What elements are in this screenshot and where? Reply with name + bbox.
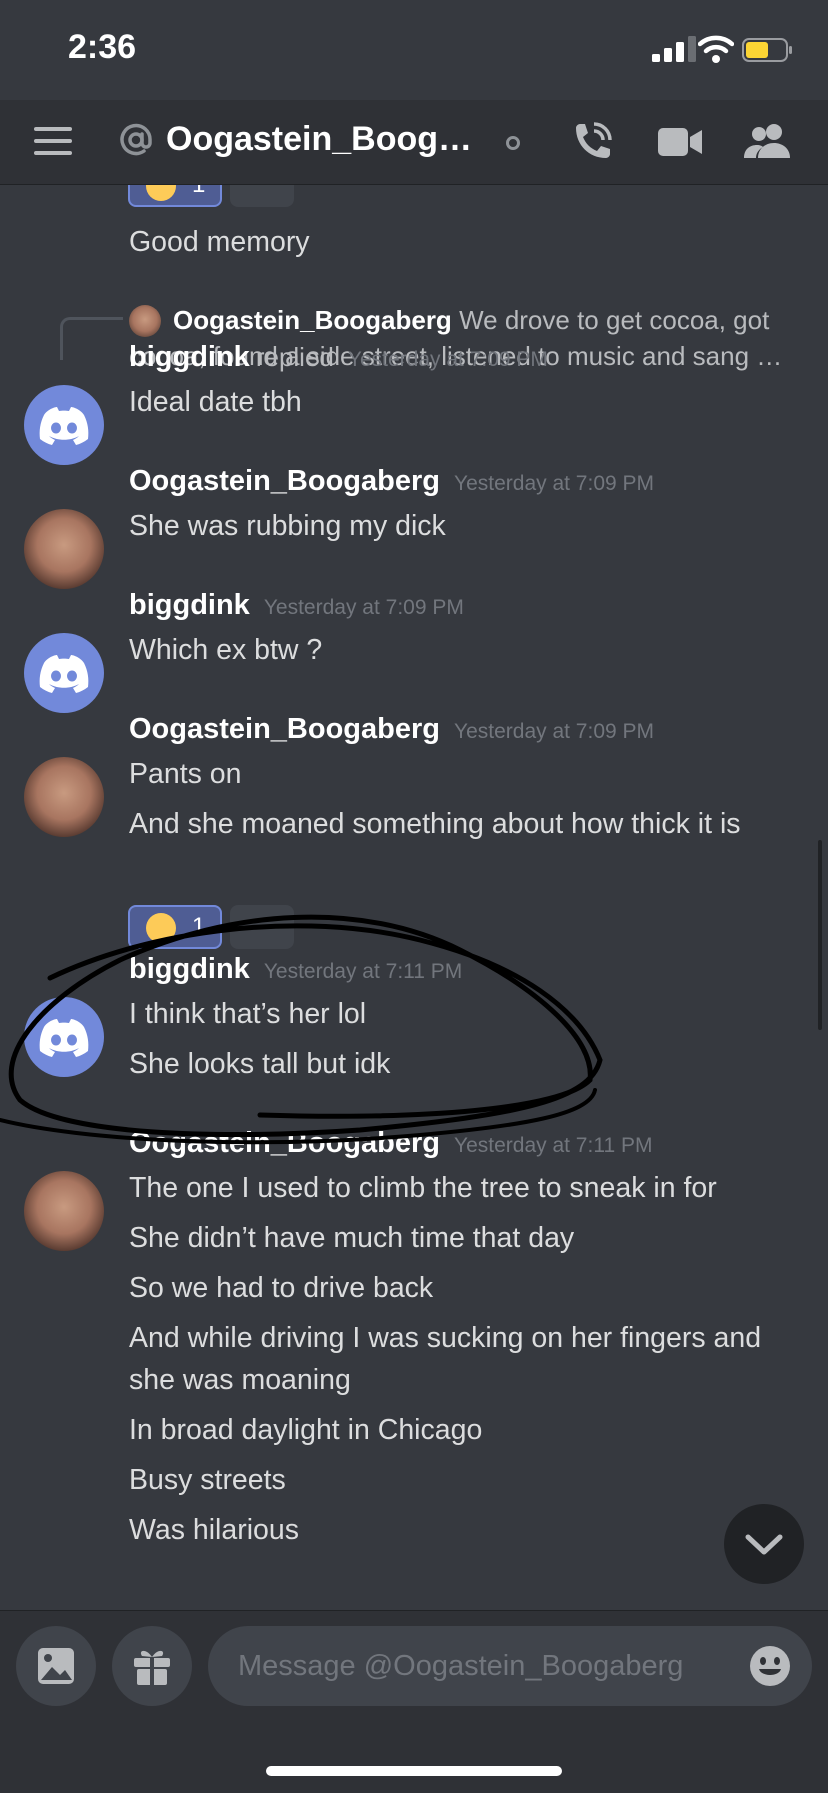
- avatar[interactable]: [24, 385, 104, 465]
- message-header: Oogastein_Boogaberg Yesterday at 7:09 PM: [129, 465, 654, 498]
- message-line: She looks tall but idk: [129, 1048, 391, 1080]
- username[interactable]: Oogastein_Boogaberg: [129, 465, 440, 497]
- message-line: Which ex btw ?: [129, 634, 323, 666]
- username[interactable]: biggdink: [129, 589, 250, 621]
- wifi-icon: [698, 35, 734, 63]
- gift-icon: [134, 1650, 170, 1685]
- message-line: So we had to drive back: [129, 1272, 434, 1304]
- scrollbar[interactable]: [818, 840, 822, 1030]
- message-line: She didn’t have much time that day: [129, 1222, 575, 1254]
- call-icon[interactable]: [570, 120, 614, 164]
- message-line: She was rubbing my dick: [129, 510, 446, 542]
- message-line: And she moaned something about how thick…: [129, 808, 741, 840]
- message-input[interactable]: [208, 1626, 812, 1706]
- message-header: biggdink Yesterday at 7:09 PM: [129, 589, 464, 622]
- timestamp: Yesterday at 7:09 PM: [454, 472, 655, 495]
- timestamp: Yesterday at 7:11 PM: [263, 960, 463, 983]
- reaction-pill[interactable]: 1: [128, 185, 222, 207]
- reply-connector: [60, 317, 123, 360]
- message-line: I think that’s her lol: [129, 998, 367, 1030]
- gift-button[interactable]: [112, 1626, 192, 1706]
- avatar[interactable]: [24, 1171, 104, 1251]
- reply-author: Oogastein_Boogaberg: [173, 305, 452, 335]
- members-icon[interactable]: [744, 122, 792, 160]
- heart-eyes-emoji-icon: [146, 185, 176, 201]
- signal-icon: [652, 36, 696, 62]
- message-header: Oogastein_Boogaberg Yesterday at 7:09 PM: [129, 713, 654, 746]
- replied-label: replied: [255, 342, 334, 372]
- emoji-icon[interactable]: [748, 1644, 792, 1688]
- username[interactable]: biggdink: [129, 953, 250, 985]
- message-header: Oogastein_Boogaberg Yesterday at 7:11 PM: [129, 1127, 652, 1160]
- image-upload-button[interactable]: [16, 1626, 96, 1706]
- message-header: biggdink replied Yesterday at 7:09 PM: [129, 341, 548, 374]
- timestamp: Yesterday at 7:09 PM: [347, 348, 548, 371]
- username[interactable]: Oogastein_Boogaberg: [129, 1127, 440, 1159]
- home-indicator: [266, 1766, 562, 1776]
- reaction-pill[interactable]: 1: [128, 905, 222, 949]
- battery-icon: [742, 38, 792, 62]
- message-line: Was hilarious: [129, 1514, 299, 1546]
- add-reaction-button[interactable]: [230, 905, 294, 949]
- discord-logo-icon: [39, 655, 89, 693]
- message-line: And while driving I was sucking on her f…: [129, 1322, 762, 1396]
- avatar[interactable]: [24, 633, 104, 713]
- offline-status-icon: [506, 136, 520, 150]
- message-line: Good memory: [129, 226, 310, 258]
- message-line: Pants on: [129, 758, 242, 790]
- message-line: In broad daylight in Chicago: [129, 1414, 483, 1446]
- message-line: Ideal date tbh: [129, 386, 302, 418]
- timestamp: Yesterday at 7:09 PM: [263, 596, 464, 619]
- avatar[interactable]: [24, 509, 104, 589]
- chevron-down-icon: [745, 1534, 783, 1555]
- username[interactable]: biggdink: [129, 341, 250, 373]
- hamburger-icon[interactable]: [34, 125, 74, 157]
- image-icon: [38, 1648, 74, 1684]
- jump-to-bottom-button[interactable]: [724, 1504, 804, 1584]
- channel-title[interactable]: Oogastein_Boogab…: [166, 120, 486, 159]
- status-time: 2:36: [68, 28, 137, 66]
- message-line: The one I used to climb the tree to snea…: [129, 1172, 717, 1204]
- timestamp: Yesterday at 7:09 PM: [454, 720, 655, 743]
- discord-logo-icon: [39, 407, 89, 445]
- message-header: biggdink Yesterday at 7:11 PM: [129, 953, 462, 986]
- avatar[interactable]: [24, 997, 104, 1077]
- at-icon: [120, 123, 152, 156]
- laughing-emoji-icon: [146, 913, 176, 943]
- add-reaction-button[interactable]: [230, 185, 294, 207]
- timestamp: Yesterday at 7:11 PM: [454, 1134, 653, 1157]
- discord-logo-icon: [39, 1019, 89, 1057]
- video-icon[interactable]: [658, 124, 702, 160]
- username[interactable]: Oogastein_Boogaberg: [129, 713, 440, 745]
- message-line: Busy streets: [129, 1464, 286, 1496]
- message-list[interactable]: 1 Good memory Oogastein_Boogaberg We dro…: [0, 185, 828, 1610]
- avatar[interactable]: [24, 757, 104, 837]
